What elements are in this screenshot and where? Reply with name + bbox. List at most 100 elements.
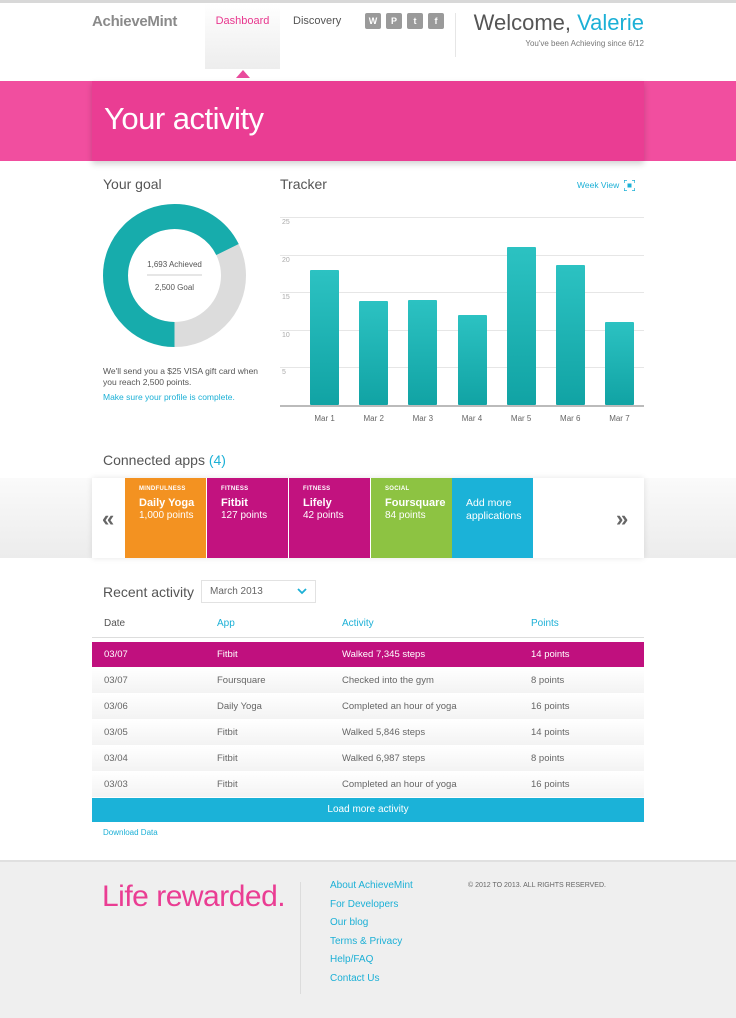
table-row[interactable]: 03/03 Fitbit Completed an hour of yoga 16 p… [92, 772, 644, 797]
pinterest-icon[interactable]: P [386, 13, 402, 29]
x-tick-label: Mar 5 [510, 414, 532, 423]
col-header-points[interactable]: Points [531, 618, 559, 629]
app-tile-fitbit[interactable]: FITNESS Fitbit 127 points [207, 478, 288, 558]
row-app: Daily Yoga [217, 701, 262, 712]
x-tick-label: Mar 3 [412, 414, 434, 423]
activity-banner: Your activity [0, 81, 736, 161]
footer-divider [300, 882, 301, 994]
x-tick-label: Mar 6 [560, 414, 581, 423]
app-points: 1,000 points [139, 510, 194, 521]
app-category: SOCIAL [385, 486, 410, 492]
chart-bar[interactable] [555, 265, 585, 405]
app-tile-lifely[interactable]: FITNESS Lifely 42 points [289, 478, 370, 558]
goal-note: We'll send you a $25 VISA gift card when… [103, 366, 259, 387]
table-row[interactable]: 03/07 Foursquare Checked into the gym 8 poi… [92, 668, 644, 693]
chart-gridline [280, 217, 644, 218]
table-row[interactable]: 03/04 Fitbit Walked 6,987 steps 8 points [92, 746, 644, 771]
col-header-app[interactable]: App [217, 618, 235, 629]
footer-tagline: Life rewarded. [102, 880, 286, 913]
user-name[interactable]: Valerie [577, 10, 644, 35]
footer-link-help[interactable]: Help/FAQ [330, 954, 413, 973]
row-date: 03/07 [104, 675, 128, 686]
y-tick-label: 20 [282, 256, 290, 264]
footer-link-about[interactable]: About AchieveMint [330, 880, 413, 899]
connected-apps-heading: Connected apps (4) [103, 452, 226, 468]
facebook-icon[interactable]: f [428, 13, 444, 29]
goal-label: 2,500 Goal [155, 283, 194, 292]
app-tile-foursquare[interactable]: SOCIAL Foursquare 84 points [371, 478, 452, 558]
tracker-chart: 5 10 15 20 25 Mar 1 Mar 2 Mar 3 Mar 4 Mar 5 Mar 6 M… [280, 205, 644, 430]
row-activity: Walked 5,846 steps [342, 727, 426, 738]
chart-bar[interactable] [408, 299, 438, 405]
welcome-message: Welcome, Valerie [474, 10, 644, 36]
copyright: © 2012 TO 2013. ALL RIGHTS RESERVED. [468, 882, 606, 889]
footer-link-contact[interactable]: Contact Us [330, 973, 413, 992]
app-points: 42 points [303, 510, 344, 521]
footer-link-developers[interactable]: For Developers [330, 899, 413, 918]
app-category: FITNESS [221, 486, 249, 492]
y-tick-label: 5 [282, 369, 286, 377]
load-more-button[interactable]: Load more activity [92, 798, 644, 822]
app-tile-daily-yoga[interactable]: MINDFULNESS Daily Yoga 1,000 points [125, 478, 206, 558]
row-app: Fitbit [217, 753, 238, 764]
col-header-activity[interactable]: Activity [342, 618, 374, 629]
app-name: Daily Yoga [139, 497, 195, 509]
row-date: 03/05 [104, 727, 128, 738]
week-view-link[interactable]: Week View [577, 180, 619, 190]
wordpress-icon[interactable]: W [365, 13, 381, 29]
tracker-heading: Tracker [280, 176, 327, 192]
footer: Life rewarded. About AchieveMint For Dev… [0, 860, 736, 1018]
row-app: Fitbit [217, 649, 238, 660]
nav-dashboard[interactable]: Dashboard [205, 3, 280, 69]
member-since: You've been Achieving since 6/12 [525, 39, 644, 48]
chart-baseline [280, 405, 644, 407]
profile-link[interactable]: Make sure your profile is complete. [103, 392, 235, 402]
add-apps-label: Add more applications [466, 497, 522, 522]
recent-activity-heading: Recent activity [103, 584, 195, 600]
table-row[interactable]: 03/06 Daily Yoga Completed an hour of yoga… [92, 694, 644, 719]
nav-discovery[interactable]: Discovery [293, 15, 341, 27]
carousel-next-icon[interactable]: » [616, 506, 628, 532]
expand-icon[interactable] [624, 180, 635, 191]
chart-bar[interactable] [457, 314, 487, 405]
carousel-prev-icon[interactable]: « [102, 506, 114, 532]
row-points: 16 points [531, 779, 570, 790]
y-tick-label: 15 [282, 294, 290, 302]
app-category: FITNESS [303, 486, 331, 492]
footer-link-blog[interactable]: Our blog [330, 917, 413, 936]
month-select[interactable]: March 2013 [201, 580, 316, 603]
page-title: Your activity [104, 101, 264, 136]
download-data-link[interactable]: Download Data [103, 828, 158, 837]
row-date: 03/03 [104, 779, 128, 790]
goal-donut-chart: 1,693 Achieved 2,500 Goal [103, 204, 246, 347]
chart-bar[interactable] [310, 269, 340, 405]
welcome-prefix: Welcome, [473, 10, 578, 35]
logo[interactable]: AchieveMint [92, 13, 177, 30]
table-row[interactable]: 03/07 Fitbit Walked 7,345 steps 14 points [92, 642, 644, 667]
connected-apps-label: Connected apps [103, 452, 205, 468]
chart-bar[interactable] [506, 247, 536, 405]
footer-link-terms[interactable]: Terms & Privacy [330, 936, 413, 955]
table-row[interactable]: 03/05 Fitbit Walked 5,846 steps 14 points [92, 720, 644, 745]
chart-bar[interactable] [604, 322, 634, 405]
header: AchieveMint Dashboard Discovery W P t f … [0, 3, 736, 81]
chart-bar[interactable] [359, 301, 389, 405]
twitter-icon[interactable]: t [407, 13, 423, 29]
app-name: Fitbit [221, 497, 248, 509]
x-tick-label: Mar 1 [314, 414, 335, 423]
row-activity: Completed an hour of yoga [342, 779, 457, 790]
achieved-label: 1,693 Achieved [147, 260, 202, 269]
month-select-value: March 2013 [210, 586, 263, 597]
banner-panel: Your activity [92, 81, 644, 161]
goal-heading: Your goal [103, 176, 162, 192]
row-date: 03/06 [104, 701, 128, 712]
row-date: 03/04 [104, 753, 128, 764]
app-name: Foursquare [385, 497, 446, 509]
col-header-date[interactable]: Date [104, 618, 125, 629]
y-tick-label: 25 [282, 219, 290, 226]
row-activity: Walked 6,987 steps [342, 753, 426, 764]
x-tick-label: Mar 2 [363, 414, 384, 423]
add-apps-tile[interactable]: Add more applications [452, 478, 533, 558]
chart-gridline [280, 254, 644, 256]
active-nav-indicator [236, 70, 250, 78]
